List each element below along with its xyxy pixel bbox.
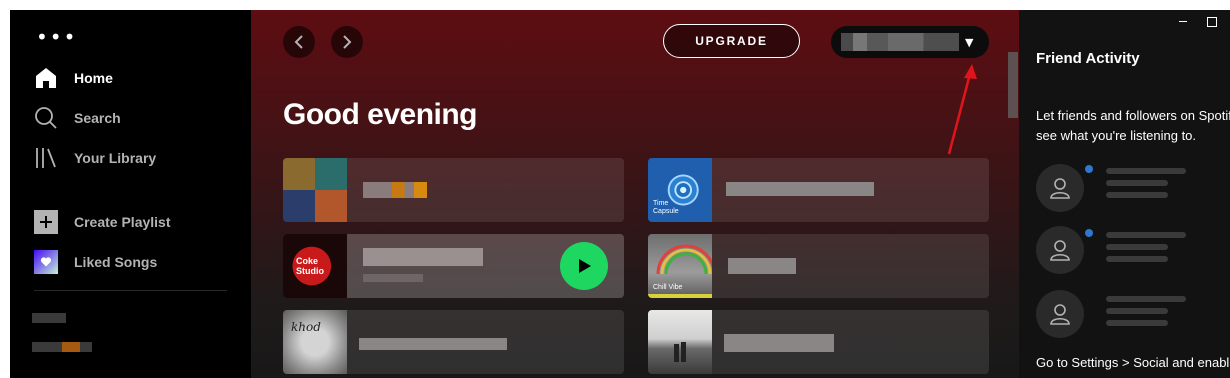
avatar [1036, 226, 1084, 274]
card-cover [283, 158, 347, 222]
card-title-blurred [724, 334, 834, 352]
card-title-blurred [363, 182, 427, 198]
placeholder-line [1106, 244, 1168, 250]
nav-home[interactable]: Home [34, 64, 113, 92]
user-menu-button[interactable]: ▼ [831, 26, 989, 58]
library-icon [34, 146, 58, 170]
shortcut-card[interactable] [283, 158, 624, 222]
username-blurred [841, 33, 959, 51]
greeting-heading: Good evening [283, 98, 478, 131]
liked-songs-button[interactable]: Liked Songs [34, 248, 157, 276]
placeholder-line [1106, 192, 1168, 198]
upgrade-button[interactable]: UPGRADE [663, 24, 800, 58]
nav-search-label: Search [74, 110, 121, 126]
minimize-window-icon[interactable] [1179, 21, 1187, 22]
friend-activity-title: Friend Activity [1036, 50, 1140, 67]
chevron-left-icon [294, 35, 303, 49]
card-cover [648, 310, 712, 374]
shortcut-card[interactable]: Chill Vibe [648, 234, 989, 298]
main-view: UPGRADE ▼ Good evening Time Capsule Coke [251, 10, 1019, 378]
card-cover-caption: Coke Studio [296, 256, 324, 276]
shortcut-card[interactable]: Coke Studio [283, 234, 624, 298]
maximize-window-icon[interactable] [1207, 17, 1217, 27]
online-dot [1085, 229, 1093, 237]
shortcut-card[interactable] [648, 310, 989, 374]
card-cover: Coke Studio [283, 234, 347, 298]
user-icon [1050, 304, 1070, 325]
play-button[interactable] [560, 242, 608, 290]
placeholder-line [1106, 320, 1168, 326]
chevron-right-icon [343, 35, 352, 49]
rainbow-graphic [656, 244, 712, 274]
create-playlist-button[interactable]: Create Playlist [34, 208, 171, 236]
card-title-blurred [728, 258, 796, 274]
card-cover-caption: khod [291, 320, 321, 334]
back-button[interactable] [283, 26, 315, 58]
friend-activity-description: Let friends and followers on Spotify see… [1036, 108, 1230, 143]
card-title-blurred [726, 182, 874, 196]
card-cover: Chill Vibe [648, 234, 712, 298]
online-dot [1085, 165, 1093, 173]
card-cover: Time Capsule [648, 158, 712, 222]
settings-hint: Go to Settings > Social and enable [1036, 355, 1230, 370]
sidebar-divider [34, 290, 227, 291]
scrollbar[interactable] [1008, 52, 1018, 118]
forward-button[interactable] [331, 26, 363, 58]
nav-library-label: Your Library [74, 150, 157, 166]
card-cover-caption: Time Capsule [653, 200, 679, 215]
card-cover-strip [648, 294, 712, 298]
shortcut-card[interactable]: khod [283, 310, 624, 374]
card-title-blurred [359, 338, 507, 350]
nav-library[interactable]: Your Library [34, 144, 156, 172]
placeholder-line [1106, 232, 1186, 238]
silhouette-graphic [674, 342, 686, 362]
placeholder-line [1106, 308, 1168, 314]
create-playlist-label: Create Playlist [74, 214, 171, 230]
nav-home-label: Home [74, 70, 113, 86]
red-arrow-annotation [947, 64, 977, 155]
caret-down-icon: ▼ [965, 36, 974, 49]
plus-icon [34, 210, 58, 234]
placeholder-line [1106, 256, 1168, 262]
user-icon [1050, 178, 1070, 199]
user-icon [1050, 240, 1070, 261]
avatar [1036, 290, 1084, 338]
liked-songs-label: Liked Songs [74, 254, 158, 270]
search-icon [34, 106, 58, 130]
sidebar: ••• Home Search Your Library Create Play… [10, 10, 251, 378]
nav-search[interactable]: Search [34, 104, 121, 132]
card-title-blurred [363, 248, 483, 266]
avatar [1036, 164, 1084, 212]
card-subtitle-blurred [363, 274, 423, 282]
shortcut-card[interactable]: Time Capsule [648, 158, 989, 222]
menu-dots-icon[interactable]: ••• [36, 27, 77, 47]
card-cover-caption: Chill Vibe [653, 284, 683, 291]
home-icon [34, 66, 58, 90]
playlist-item-blurred[interactable] [32, 313, 66, 323]
card-cover: khod [283, 310, 347, 374]
placeholder-line [1106, 168, 1186, 174]
placeholder-line [1106, 296, 1186, 302]
playlist-item-blurred[interactable] [32, 342, 92, 352]
friend-activity-panel: Friend Activity Let friends and follower… [1019, 10, 1230, 378]
heart-icon [34, 250, 58, 274]
spotify-window: ••• Home Search Your Library Create Play… [10, 10, 1230, 378]
play-icon [579, 259, 591, 273]
placeholder-line [1106, 180, 1168, 186]
